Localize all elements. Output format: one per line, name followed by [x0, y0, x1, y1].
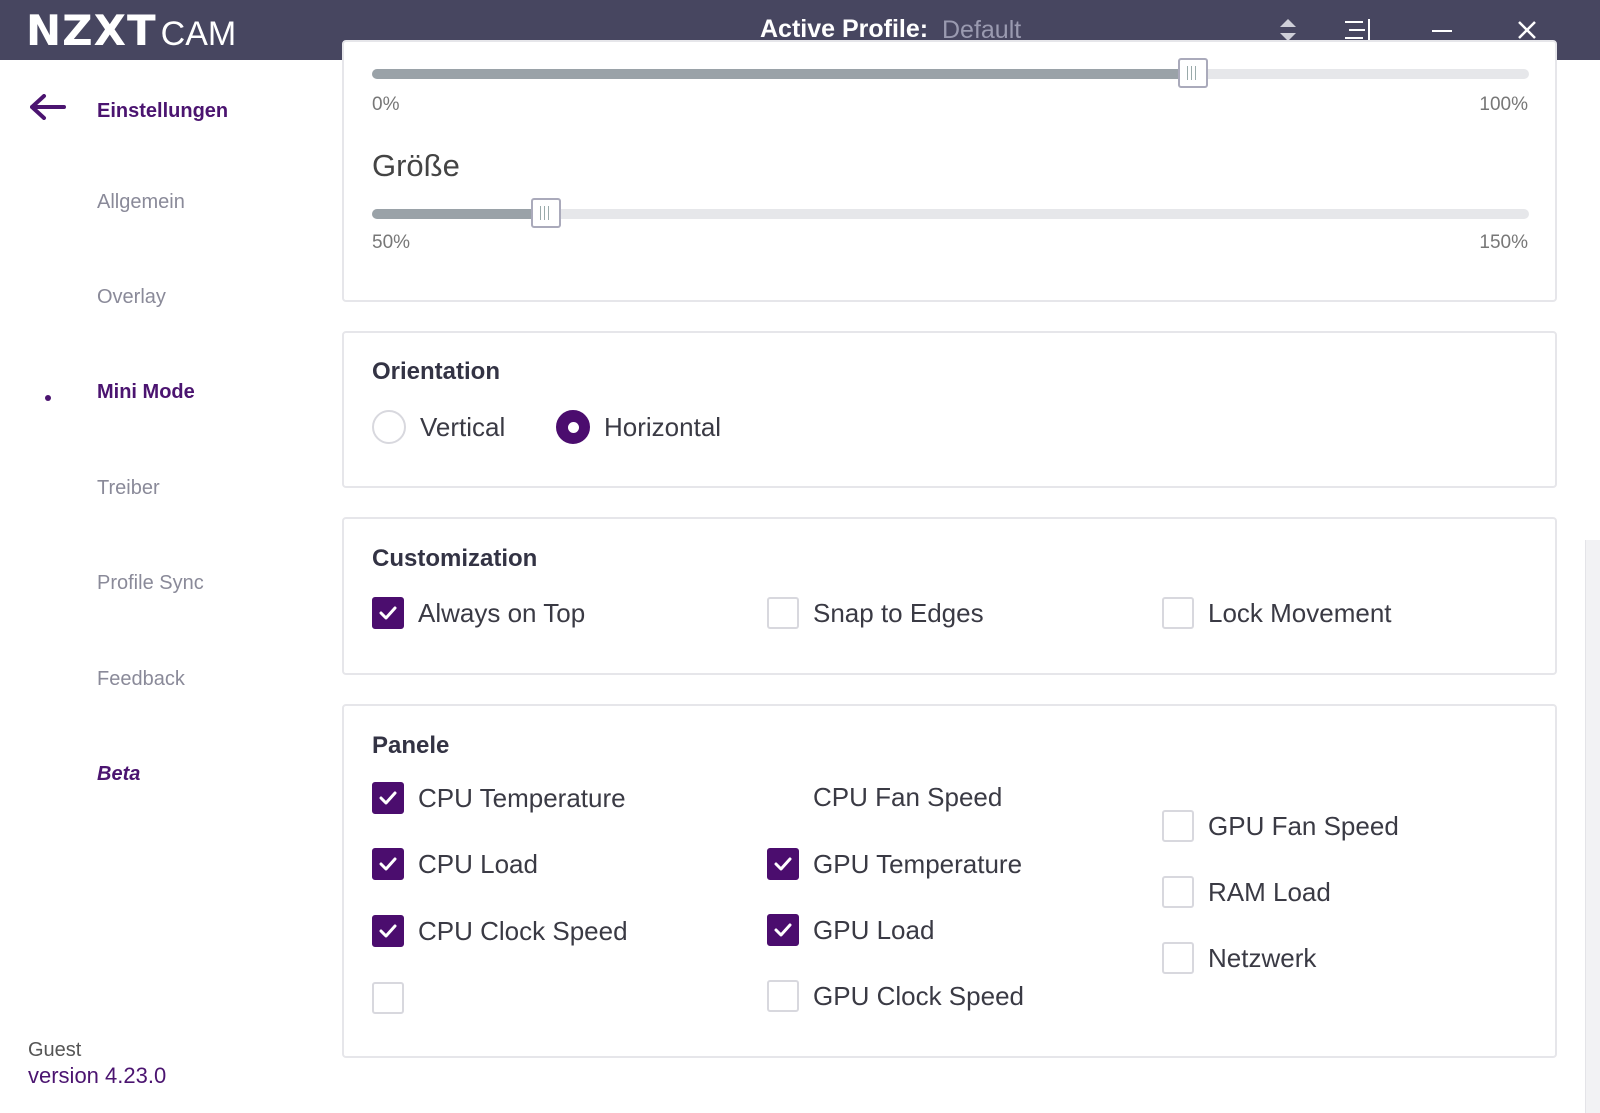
- size-slider[interactable]: [372, 198, 1529, 228]
- active-indicator-dot: [45, 395, 51, 401]
- orientation-vertical[interactable]: Vertical: [372, 410, 505, 444]
- opacity-min-label: 0%: [372, 94, 400, 115]
- gpu-clock-speed-checkbox[interactable]: [767, 980, 799, 1012]
- checkmark-icon: [379, 924, 397, 938]
- snap-to-edges-checkbox[interactable]: [767, 597, 799, 629]
- logo-nzxt: NZXT: [26, 6, 157, 55]
- opacity-size-card: 0% 100% Größe 50% 150%: [342, 40, 1557, 302]
- unlabeled-checkbox[interactable]: [372, 982, 404, 1014]
- orientation-title: Orientation: [372, 358, 501, 385]
- netzwerk-label: Netzwerk: [1208, 942, 1317, 973]
- gpu-temperature-checkbox[interactable]: [767, 848, 799, 880]
- gpu-load-checkbox[interactable]: [767, 914, 799, 946]
- panel-unlabeled[interactable]: [372, 982, 418, 1014]
- always-on-top-label: Always on Top: [418, 597, 586, 628]
- size-max-label: 150%: [1479, 232, 1528, 253]
- panel-ram-load[interactable]: RAM Load: [1162, 876, 1331, 908]
- cpu-load-checkbox[interactable]: [372, 848, 404, 880]
- ram-load-label: RAM Load: [1208, 876, 1331, 907]
- cpu-load-label: CPU Load: [418, 848, 538, 879]
- panel-gpu-load[interactable]: GPU Load: [767, 914, 934, 946]
- gpu-clock-speed-label: GPU Clock Speed: [813, 980, 1024, 1011]
- size-slider-fill: [372, 209, 546, 219]
- sidebar-item-overlay[interactable]: Overlay: [97, 286, 166, 309]
- orientation-card: Orientation Vertical Horizontal: [342, 331, 1557, 488]
- lock-movement-checkbox[interactable]: [1162, 597, 1194, 629]
- sidebar-item-allgemein[interactable]: Allgemein: [97, 191, 185, 214]
- horizontal-radio[interactable]: [556, 410, 590, 444]
- cpu-temperature-label: CPU Temperature: [418, 782, 626, 813]
- gpu-temperature-label: GPU Temperature: [813, 848, 1023, 879]
- size-slider-thumb[interactable]: [530, 198, 561, 228]
- opacity-slider-fill: [372, 69, 1194, 79]
- version-label: version 4.23.0: [28, 1063, 167, 1088]
- panel-cpu-clock-speed[interactable]: CPU Clock Speed: [372, 915, 628, 947]
- sidebar-item-treiber[interactable]: Treiber: [97, 477, 160, 500]
- panels-card: Panele CPU Temperature CPU Load CPU Cloc…: [342, 704, 1557, 1058]
- opacity-slider-thumb[interactable]: [1178, 58, 1209, 88]
- panel-gpu-fan-speed[interactable]: GPU Fan Speed: [1162, 810, 1399, 842]
- panel-cpu-temperature[interactable]: CPU Temperature: [372, 782, 626, 814]
- vertical-label: Vertical: [420, 411, 506, 442]
- sidebar-item-feedback[interactable]: Feedback: [97, 668, 185, 691]
- vertical-radio[interactable]: [372, 410, 406, 444]
- panel-gpu-clock-speed[interactable]: GPU Clock Speed: [767, 980, 1024, 1012]
- user-label: Guest: [28, 1039, 82, 1061]
- orientation-horizontal[interactable]: Horizontal: [556, 410, 721, 444]
- panel-gpu-temperature[interactable]: GPU Temperature: [767, 848, 1022, 880]
- snap-to-edges-label: Snap to Edges: [813, 597, 984, 628]
- cpu-clock-speed-label: CPU Clock Speed: [418, 915, 628, 946]
- opacity-slider[interactable]: [372, 58, 1529, 88]
- sidebar-item-beta[interactable]: Beta: [97, 763, 140, 786]
- radio-selected-dot: [567, 421, 579, 433]
- scrollbar[interactable]: [1585, 540, 1600, 1113]
- gpu-fan-speed-checkbox[interactable]: [1162, 810, 1194, 842]
- customization-title: Customization: [372, 545, 538, 572]
- cpu-temperature-checkbox[interactable]: [372, 782, 404, 814]
- panels-title: Panele: [372, 732, 450, 759]
- size-title: Größe: [372, 148, 460, 183]
- sidebar-back-einstellungen[interactable]: Einstellungen: [97, 100, 228, 123]
- checkmark-icon: [379, 791, 397, 805]
- sidebar-item-profile-sync[interactable]: Profile Sync: [97, 572, 204, 595]
- checkmark-icon: [774, 857, 792, 871]
- gpu-load-label: GPU Load: [813, 914, 935, 945]
- opacity-max-label: 100%: [1479, 94, 1528, 115]
- horizontal-label: Horizontal: [604, 411, 722, 442]
- cpu-clock-speed-checkbox[interactable]: [372, 915, 404, 947]
- always-on-top-checkbox[interactable]: [372, 597, 404, 629]
- back-arrow-icon[interactable]: [30, 94, 66, 120]
- ram-load-checkbox[interactable]: [1162, 876, 1194, 908]
- checkmark-icon: [379, 606, 397, 620]
- nzxt-cam-logo: NZXT CAM: [26, 6, 236, 56]
- logo-cam: CAM: [160, 15, 237, 53]
- customization-card: Customization Always on Top Snap to Edge…: [342, 517, 1557, 675]
- snap-to-edges-option[interactable]: Snap to Edges: [767, 597, 984, 629]
- netzwerk-checkbox[interactable]: [1162, 942, 1194, 974]
- gpu-fan-speed-label: GPU Fan Speed: [1208, 810, 1399, 841]
- size-min-label: 50%: [372, 232, 411, 253]
- lock-movement-label: Lock Movement: [1208, 597, 1392, 628]
- panel-cpu-fan-speed[interactable]: CPU Fan Speed: [767, 782, 1002, 813]
- checkmark-icon: [774, 923, 792, 937]
- lock-movement-option[interactable]: Lock Movement: [1162, 597, 1392, 629]
- sidebar-item-mini-mode[interactable]: Mini Mode: [97, 381, 195, 404]
- checkmark-icon: [379, 857, 397, 871]
- panel-cpu-load[interactable]: CPU Load: [372, 848, 538, 880]
- panel-netzwerk[interactable]: Netzwerk: [1162, 942, 1316, 974]
- always-on-top-option[interactable]: Always on Top: [372, 597, 585, 629]
- cpu-fan-speed-label: CPU Fan Speed: [813, 782, 1003, 812]
